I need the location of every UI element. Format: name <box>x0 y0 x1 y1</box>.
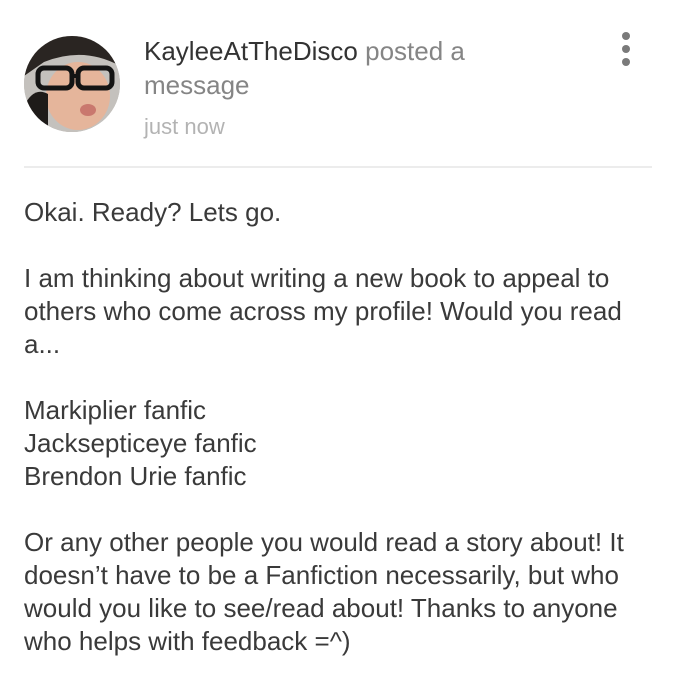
author-name[interactable]: KayleeAtTheDisco <box>144 36 358 66</box>
menu-dot <box>622 58 630 66</box>
option-item: Jacksepticeye fanfic <box>24 428 257 458</box>
more-vertical-icon[interactable] <box>612 30 640 70</box>
message-greeting: Okai. Ready? Lets go. <box>24 197 282 227</box>
post-author-line: KayleeAtTheDisco posted a message <box>144 34 544 102</box>
avatar-image <box>24 36 120 132</box>
post-header: KayleeAtTheDisco posted a message just n… <box>0 0 676 168</box>
option-item: Markiplier fanfic <box>24 395 207 425</box>
avatar[interactable] <box>24 36 120 132</box>
message-intro: I am thinking about writing a new book t… <box>24 263 622 359</box>
option-item: Brendon Urie fanfic <box>24 461 247 491</box>
message-body: Okai. Ready? Lets go. I am thinking abou… <box>24 196 664 658</box>
message-options: Markiplier fanfic Jacksepticeye fanfic B… <box>24 394 664 493</box>
post-timestamp: just now <box>144 114 225 139</box>
message-outro: Or any other people you would read a sto… <box>24 527 624 656</box>
divider <box>24 166 652 168</box>
menu-dot <box>622 32 630 40</box>
menu-dot <box>622 45 630 53</box>
